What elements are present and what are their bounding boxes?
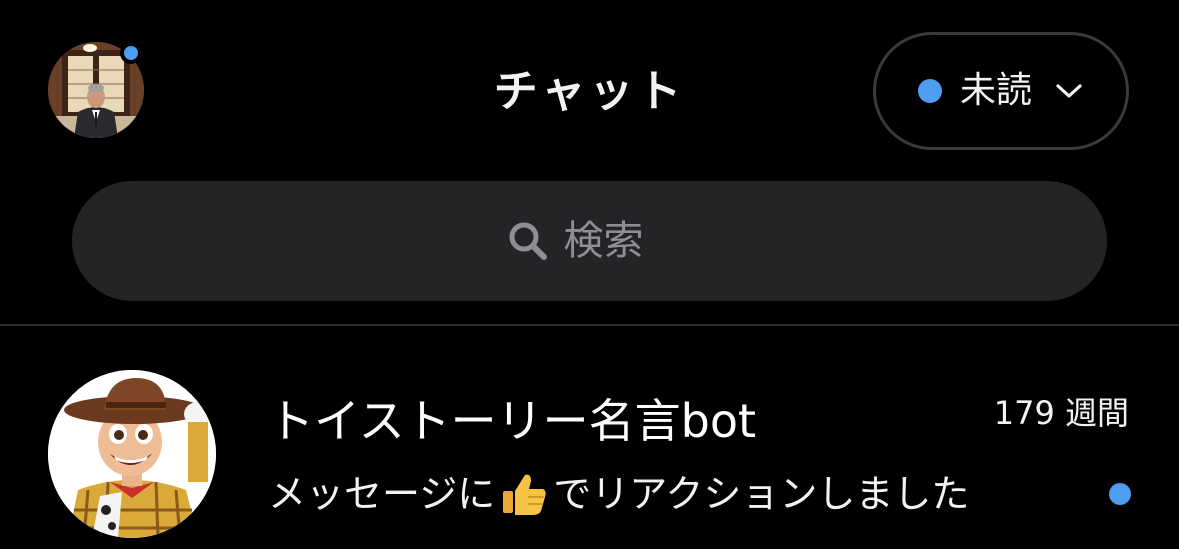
chat-preview-text-after: でリアクションしました <box>553 472 970 516</box>
unread-filter-button[interactable]: 未読 <box>873 32 1129 150</box>
chat-name: トイストーリー名言bot <box>268 394 756 448</box>
unread-status-dot <box>120 42 142 64</box>
chat-timestamp: 179 週間 <box>993 394 1129 432</box>
chevron-down-icon <box>1056 84 1082 98</box>
thumbs-up-icon <box>503 474 546 515</box>
divider <box>0 324 1179 326</box>
chat-avatar <box>48 370 216 538</box>
chat-preview: メッセージに でリアクションしました <box>268 469 969 519</box>
header-bar: チャット 未読 <box>0 0 1179 180</box>
search-bar[interactable] <box>72 181 1107 301</box>
chat-list-item[interactable]: トイストーリー名言bot 179 週間 メッセージに でリアクションしました <box>0 327 1179 549</box>
search-icon <box>509 222 547 260</box>
filter-label: 未読 <box>959 70 1032 111</box>
search-input[interactable] <box>563 218 674 264</box>
filter-dot-icon <box>917 79 942 103</box>
chat-preview-text-before: メッセージに <box>268 472 496 516</box>
unread-indicator-dot <box>1109 483 1131 505</box>
